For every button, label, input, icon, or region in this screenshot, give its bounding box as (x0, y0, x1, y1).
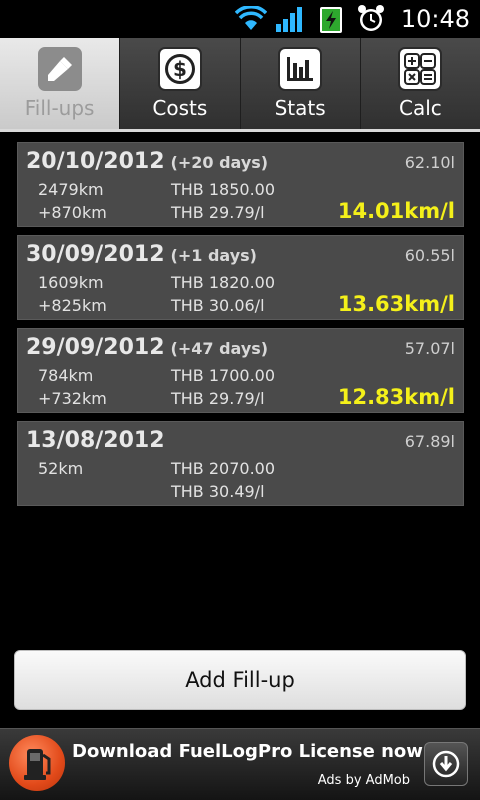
fillup-days: (+20 days) (170, 153, 269, 172)
tab-divider (0, 129, 480, 132)
fillup-distance: +870km (38, 203, 107, 222)
fillup-odometer: 1609km (38, 273, 104, 292)
fillup-price: THB 30.49/l (171, 482, 265, 501)
signal-icon (275, 4, 307, 34)
fillup-odometer: 784km (38, 366, 94, 385)
dollar-icon: $ (157, 47, 202, 91)
ad-text: Download FuelLogPro License now! (72, 741, 432, 762)
tab-costs[interactable]: $ Costs (120, 38, 241, 132)
fillup-efficiency: 14.01km/l (337, 199, 455, 223)
fillup-distance: +825km (38, 296, 107, 315)
fillup-days: (+47 days) (170, 339, 269, 358)
ad-attribution: Ads by AdMob (317, 773, 410, 788)
fillup-price: THB 29.79/l (171, 203, 265, 222)
fillup-days: (+1 days) (170, 246, 257, 265)
battery-charging-icon (315, 4, 347, 34)
tab-label: Calc (398, 96, 442, 120)
fillup-item[interactable]: 20/10/2012 (+20 days) 62.10l 2479km +870k… (17, 142, 464, 227)
calculator-icon (398, 47, 443, 91)
tab-stats[interactable]: Stats (240, 38, 361, 132)
fillup-date: 20/10/2012 (26, 149, 165, 174)
fillup-odometer: 2479km (38, 180, 104, 199)
bar-chart-icon (278, 47, 323, 91)
fillup-volume: 57.07l (404, 339, 455, 358)
fuel-pump-icon (37, 47, 82, 91)
tab-label: Stats (274, 96, 326, 120)
add-fill-up-label: Add Fill-up (185, 668, 295, 692)
fillup-date: 30/09/2012 (26, 242, 165, 267)
ad-banner[interactable]: Download FuelLogPro License now! Ads by … (0, 728, 480, 800)
fillup-date-line: 20/10/2012 (+20 days) (26, 149, 268, 174)
fillup-date: 13/08/2012 (26, 428, 165, 453)
tab-bar: Fill-ups $ Costs Stats Calc (0, 38, 480, 132)
tab-fill-ups[interactable]: Fill-ups (0, 38, 121, 132)
status-time: 10:48 (400, 5, 470, 33)
fillup-efficiency: 12.83km/l (337, 385, 455, 409)
fillup-item[interactable]: 13/08/2012 67.89l 52km THB 2070.00 THB 3… (17, 421, 464, 506)
fillup-date-line: 30/09/2012 (+1 days) (26, 242, 257, 267)
fillup-date-line: 29/09/2012 (+47 days) (26, 335, 268, 360)
fillup-volume: 67.89l (404, 432, 455, 451)
fillup-cost: THB 1820.00 (171, 273, 276, 292)
fillup-efficiency: 13.63km/l (337, 292, 455, 316)
wifi-icon (234, 4, 267, 34)
fillup-volume: 62.10l (404, 153, 455, 172)
fillup-price: THB 29.79/l (171, 389, 265, 408)
fillup-cost: THB 1850.00 (171, 180, 276, 199)
tab-label: Costs (152, 96, 208, 120)
tab-calc[interactable]: Calc (360, 38, 480, 132)
fillup-distance: +732km (38, 389, 107, 408)
fuel-log-logo-icon (9, 735, 65, 791)
fillup-cost: THB 1700.00 (171, 366, 276, 385)
alarm-clock-icon (355, 4, 387, 34)
fillup-price: THB 30.06/l (171, 296, 265, 315)
status-bar: 10:48 (0, 0, 480, 38)
download-icon[interactable] (424, 742, 468, 786)
fillup-volume: 60.55l (404, 246, 455, 265)
fillup-cost: THB 2070.00 (171, 459, 276, 478)
fillup-item[interactable]: 30/09/2012 (+1 days) 60.55l 1609km +825km… (17, 235, 464, 320)
fillup-date: 29/09/2012 (26, 335, 165, 360)
svg-text:$: $ (173, 57, 187, 81)
tab-label: Fill-ups (24, 96, 95, 120)
fillup-odometer: 52km (38, 459, 84, 478)
add-fill-up-button[interactable]: Add Fill-up (14, 650, 466, 710)
fillup-item[interactable]: 29/09/2012 (+47 days) 57.07l 784km +732km… (17, 328, 464, 413)
fillup-list: 20/10/2012 (+20 days) 62.10l 2479km +870k… (17, 142, 464, 514)
fillup-date-line: 13/08/2012 (26, 428, 171, 453)
